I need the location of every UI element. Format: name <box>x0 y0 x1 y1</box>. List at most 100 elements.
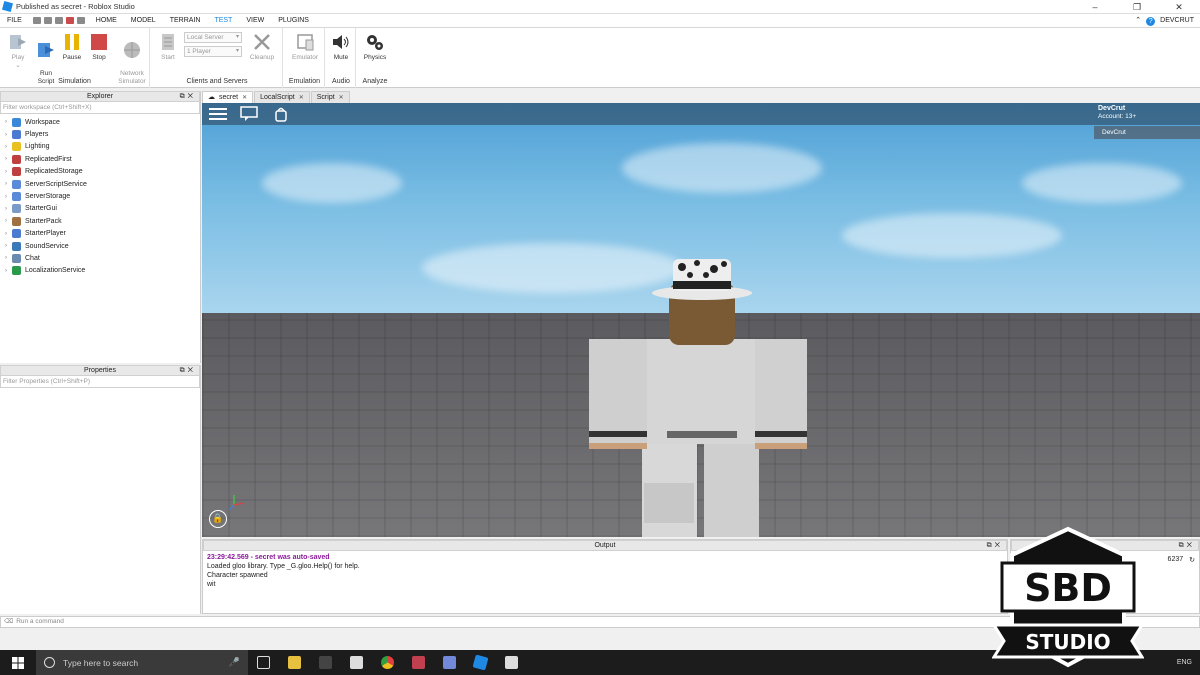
tab-secret[interactable]: ☁ secret ✕ <box>202 91 254 104</box>
explorer-item-serverscriptservice[interactable]: › ServerScriptService <box>0 178 200 190</box>
svg-text:SBD: SBD <box>1024 566 1112 610</box>
expand-chevron-icon[interactable]: › <box>0 156 12 162</box>
explorer-item-localizationservice[interactable]: › LocalizationService <box>0 265 200 277</box>
players-select[interactable]: 1 Player <box>184 46 242 57</box>
menu-terrain[interactable]: TERRAIN <box>163 14 208 28</box>
redo-icon[interactable] <box>54 17 63 24</box>
minimize-button[interactable]: – <box>1074 0 1116 14</box>
output-line: 23:29:42.569 - secret was auto-saved <box>207 554 330 561</box>
expand-chevron-icon[interactable]: › <box>0 243 12 249</box>
expand-chevron-icon[interactable]: › <box>0 119 12 125</box>
expand-chevron-icon[interactable]: › <box>0 231 12 237</box>
play-button[interactable]: Play ⌄ <box>4 32 32 70</box>
close-button[interactable]: ✕ <box>1158 0 1200 14</box>
discord-icon[interactable] <box>434 650 465 675</box>
server-select[interactable]: Local Server <box>184 32 242 43</box>
close-x-icon <box>254 34 270 50</box>
emulator-button[interactable]: Emulator <box>287 32 323 62</box>
audio-group: Mute Audio <box>327 28 356 88</box>
maximize-button[interactable]: ❐ <box>1116 0 1158 14</box>
close-panel-icon[interactable]: ✕ <box>188 93 196 100</box>
close-tab-icon[interactable]: ✕ <box>242 92 247 104</box>
app-icon[interactable] <box>310 650 341 675</box>
cleanup-button[interactable]: Cleanup <box>248 32 276 62</box>
clients-servers-group: Start Local Server 1 Player Cleanup Clie… <box>152 28 283 88</box>
expand-chevron-icon[interactable]: › <box>0 194 12 200</box>
tab-localscript[interactable]: LocalScript ✕ <box>254 91 310 103</box>
chat-icon[interactable] <box>240 106 258 122</box>
menu-home[interactable]: HOME <box>89 14 124 28</box>
tab-script[interactable]: Script ✕ <box>310 91 350 104</box>
explorer-item-workspace[interactable]: › Workspace <box>0 116 200 128</box>
expand-chevron-icon[interactable]: › <box>0 169 12 175</box>
expand-chevron-icon[interactable]: › <box>0 132 12 138</box>
start-button[interactable]: Start <box>154 32 182 62</box>
collapse-ribbon-icon[interactable]: ⌃ <box>1135 14 1141 28</box>
explorer-item-lighting[interactable]: › Lighting <box>0 141 200 153</box>
close-tab-icon[interactable]: ✕ <box>299 92 304 104</box>
shift-lock-icon[interactable]: 🔒 <box>209 510 227 528</box>
explorer-item-startergui[interactable]: › StarterGui <box>0 203 200 215</box>
properties-filter-input[interactable]: Filter Properties (Ctrl+Shift+P) <box>0 376 200 388</box>
explorer-item-starterplayer[interactable]: › StarterPlayer <box>0 228 200 240</box>
menu-model[interactable]: MODEL <box>124 14 163 28</box>
explorer-item-label: Chat <box>25 254 40 262</box>
calculator-icon[interactable] <box>496 650 527 675</box>
command-bar-clear-icon[interactable]: ⌫ <box>4 617 13 627</box>
expand-chevron-icon[interactable]: › <box>0 218 12 224</box>
replicated-storage-icon <box>12 167 21 177</box>
store-icon[interactable] <box>341 650 372 675</box>
dock-icon[interactable]: ⧉ <box>1179 542 1187 549</box>
undo-icon[interactable] <box>43 17 52 24</box>
stop-button[interactable]: Stop <box>85 32 113 62</box>
file-explorer-icon[interactable] <box>279 650 310 675</box>
player-list-entry[interactable]: DevCrut <box>1094 126 1200 139</box>
expand-chevron-icon[interactable]: › <box>0 181 12 187</box>
menu-file[interactable]: FILE <box>0 14 29 28</box>
close-panel-icon[interactable]: ✕ <box>1187 542 1195 549</box>
chrome-icon[interactable] <box>372 650 403 675</box>
taskbar-search[interactable]: Type here to search 🎤 <box>36 650 248 675</box>
dock-icon[interactable]: ⧉ <box>180 367 188 374</box>
expand-chevron-icon[interactable]: › <box>0 268 12 274</box>
menu-plugins[interactable]: PLUGINS <box>271 14 316 28</box>
explorer-item-starterpack[interactable]: › StarterPack <box>0 215 200 227</box>
physics-button[interactable]: Physics <box>361 32 389 62</box>
expand-chevron-icon[interactable]: › <box>0 144 12 150</box>
roblox-studio-taskbar-icon[interactable] <box>465 650 496 675</box>
explorer-filter-input[interactable]: Filter workspace (Ctrl+Shift+X) <box>0 102 200 114</box>
server-storage-icon <box>12 192 21 202</box>
close-tab-icon[interactable]: ✕ <box>339 92 344 104</box>
refresh-icon[interactable]: ↻ <box>1189 556 1195 564</box>
language-indicator[interactable]: ENG <box>1177 659 1192 666</box>
menu-test[interactable]: TEST <box>207 14 239 28</box>
mute-button[interactable]: Mute <box>327 32 355 62</box>
user-name[interactable]: DEVCRUT <box>1160 14 1194 28</box>
dropdown-icon[interactable] <box>76 17 85 24</box>
save-icon[interactable] <box>32 17 41 24</box>
explorer-item-chat[interactable]: › Chat <box>0 252 200 264</box>
pause-button[interactable]: Pause <box>58 32 86 62</box>
expand-chevron-icon[interactable]: › <box>0 255 12 261</box>
explorer-item-serverstorage[interactable]: › ServerStorage <box>0 190 200 202</box>
explorer-item-label: ServerStorage <box>25 193 71 201</box>
close-panel-icon[interactable]: ✕ <box>188 367 196 374</box>
expand-chevron-icon[interactable]: › <box>0 206 12 212</box>
network-icon <box>124 42 140 58</box>
microphone-icon[interactable]: 🎤 <box>229 657 240 668</box>
explorer-item-soundservice[interactable]: › SoundService <box>0 240 200 252</box>
dock-icon[interactable]: ⧉ <box>180 93 188 100</box>
game-viewport[interactable]: DevCrut Account: 13+ DevCrut 🔒 <box>202 103 1200 537</box>
explorer-item-replicatedfirst[interactable]: › ReplicatedFirst <box>0 153 200 165</box>
backpack-icon[interactable] <box>272 106 290 122</box>
photos-icon[interactable] <box>403 650 434 675</box>
stop-icon[interactable] <box>65 17 74 24</box>
menu-view[interactable]: VIEW <box>239 14 271 28</box>
explorer-item-players[interactable]: › Players <box>0 128 200 140</box>
explorer-item-replicatedstorage[interactable]: › ReplicatedStorage <box>0 166 200 178</box>
task-view-icon[interactable] <box>248 650 279 675</box>
hamburger-menu-icon[interactable] <box>209 106 227 122</box>
explorer-panel: Explorer ⧉✕ Filter workspace (Ctrl+Shift… <box>0 91 201 363</box>
help-icon[interactable]: ? <box>1146 16 1156 26</box>
windows-start-icon[interactable] <box>0 650 36 675</box>
